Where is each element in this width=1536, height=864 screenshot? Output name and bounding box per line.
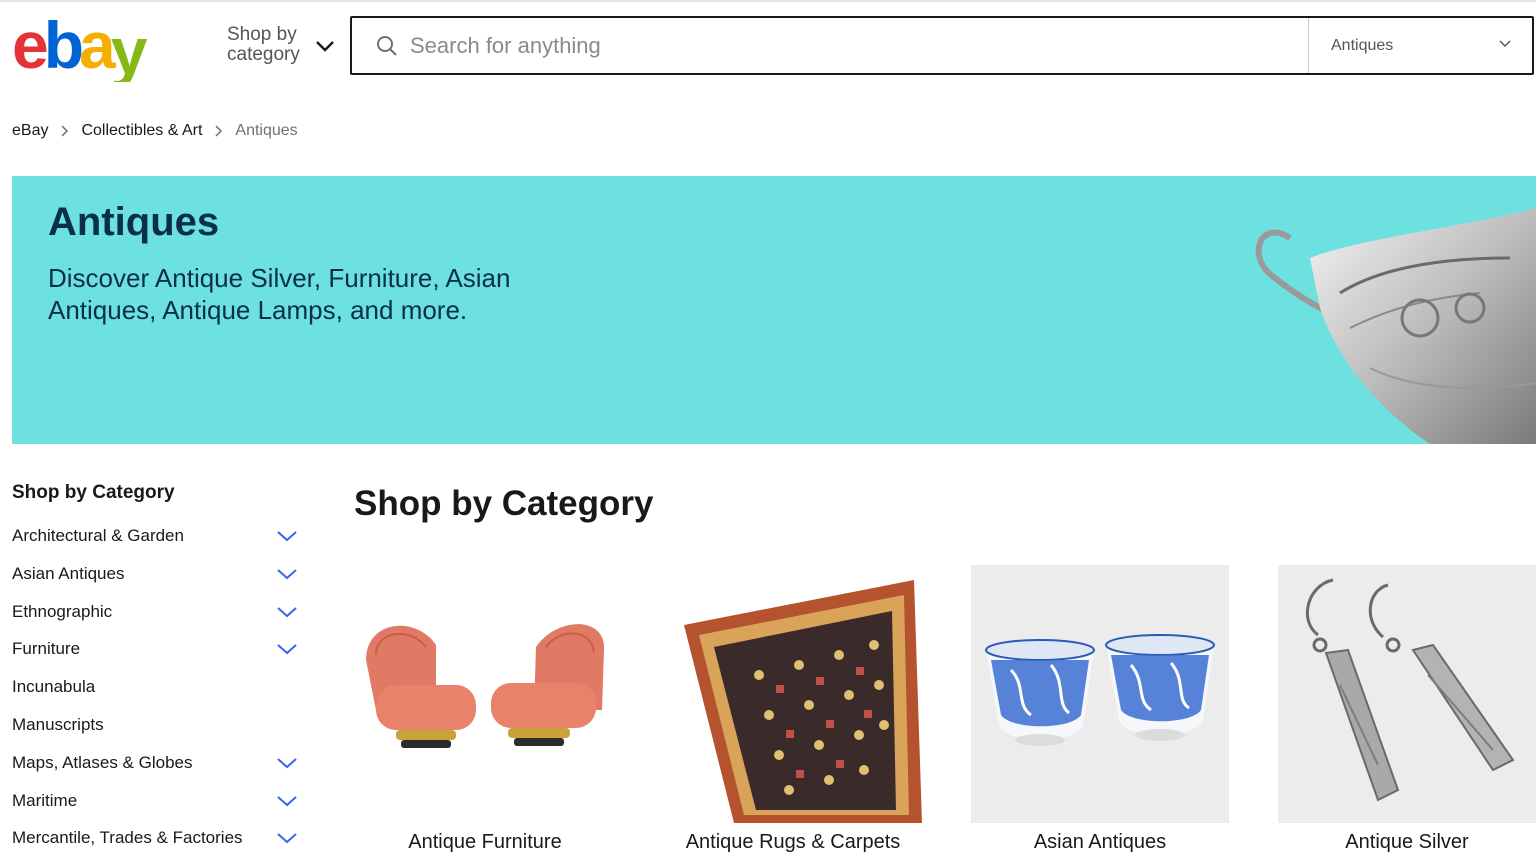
category-card-asian-antiques[interactable]: Asian Antiques: [971, 565, 1229, 864]
chevron-down-icon[interactable]: [276, 831, 298, 845]
ebay-logo[interactable]: ebay: [12, 10, 178, 82]
chevron-down-icon[interactable]: [276, 529, 298, 543]
category-card-label: Antique Silver: [1345, 831, 1469, 853]
search-input[interactable]: [410, 27, 1290, 65]
sidebar-item-label: Ethnographic: [12, 601, 113, 621]
sidebar-item-label: Asian Antiques: [12, 563, 125, 583]
sidebar-item-mercantile-trades-factories[interactable]: Mercantile, Trades & Factories: [12, 820, 312, 858]
chevron-down-icon[interactable]: [276, 567, 298, 581]
sidebar-item-label: Furniture: [12, 639, 81, 659]
category-card-label: Asian Antiques: [1033, 831, 1167, 853]
category-card-antique-rugs[interactable]: Antique Rugs & Carpets: [664, 565, 922, 864]
hero-banner: Antiques Discover Antique Silver, Furnit…: [12, 176, 1536, 444]
sidebar-item-ethnographic[interactable]: Ethnographic: [12, 594, 312, 632]
sidebar-title: Shop by Category: [12, 482, 175, 503]
banner-subtitle: Discover Antique Silver, Furniture, Asia…: [48, 263, 511, 325]
chevron-down-icon[interactable]: [276, 605, 298, 619]
sidebar-item-label: Mercantile, Trades & Factories: [12, 828, 243, 848]
breadcrumb-link-ebay[interactable]: eBay: [12, 122, 48, 140]
sidebar-item-label: Maps, Atlases & Globes: [12, 752, 193, 772]
sidebar-item-label: Manuscripts: [12, 714, 104, 734]
sidebar-item-furniture[interactable]: Furniture: [12, 631, 312, 669]
category-card-label: Antique Furniture: [408, 831, 562, 853]
chevron-down-icon[interactable]: [276, 756, 298, 770]
search-bar: Antiques: [350, 16, 1534, 75]
logo-letter-b: b: [44, 10, 82, 82]
chevron-right-icon: [61, 125, 69, 137]
shop-by-category-label: Shop by category: [227, 24, 300, 65]
silver-gravy-boat-image: [1255, 208, 1536, 444]
breadcrumb-link-collectibles[interactable]: Collectibles & Art: [81, 122, 202, 140]
sidebar-item-manuscripts[interactable]: Manuscripts: [12, 707, 312, 745]
category-select[interactable]: Antiques: [1309, 18, 1532, 73]
category-card-image: [356, 565, 614, 823]
section-title: Shop by Category: [354, 484, 654, 523]
sidebar-item-maps-atlases-globes[interactable]: Maps, Atlases & Globes: [12, 745, 312, 783]
breadcrumb: eBay Collectibles & Art Antiques: [12, 120, 298, 142]
category-sidebar: Shop by Category Architectural & Garden …: [12, 482, 312, 858]
chevron-down-icon: [1499, 40, 1511, 48]
page-title: Antiques: [48, 200, 220, 244]
silver-earrings-image: [1305, 578, 1515, 802]
sidebar-item-asian-antiques[interactable]: Asian Antiques: [12, 556, 312, 594]
category-card-image: [971, 565, 1229, 823]
sidebar-item-label: Maritime: [12, 790, 78, 810]
category-card-antique-silver[interactable]: Antique Silver: [1278, 565, 1536, 864]
chairs-image: [366, 624, 605, 748]
category-card-label: Antique Rugs & Carpets: [685, 831, 901, 853]
sidebar-item-incunabula[interactable]: Incunabula: [12, 669, 312, 707]
category-card-antique-furniture[interactable]: Antique Furniture: [356, 565, 614, 864]
logo-letter-y: y: [111, 14, 148, 82]
rug-image: [684, 580, 922, 823]
category-select-value: Antiques: [1331, 37, 1394, 54]
chevron-down-icon[interactable]: [276, 642, 298, 656]
logo-letter-e: e: [12, 10, 47, 82]
category-card-image: [1278, 565, 1536, 823]
sidebar-item-label: Incunabula: [12, 677, 96, 697]
porcelain-cups-image: [985, 634, 1215, 746]
svg-text:ebay: ebay: [12, 10, 148, 82]
shop-by-category-button[interactable]: Shop by category: [227, 25, 339, 69]
search-icon: [377, 36, 397, 56]
top-border: [0, 0, 1536, 2]
breadcrumb-current: Antiques: [235, 122, 298, 139]
ebay-logo-icon: ebay: [12, 10, 153, 82]
sidebar-item-maritime[interactable]: Maritime: [12, 783, 312, 821]
category-card-image: [664, 565, 922, 823]
chevron-right-icon: [215, 125, 223, 137]
chevron-down-icon: [316, 41, 334, 52]
chevron-down-icon[interactable]: [276, 794, 298, 808]
sidebar-item-label: Architectural & Garden: [12, 526, 184, 545]
sidebar-item-architectural-garden[interactable]: Architectural & Garden: [12, 518, 312, 556]
